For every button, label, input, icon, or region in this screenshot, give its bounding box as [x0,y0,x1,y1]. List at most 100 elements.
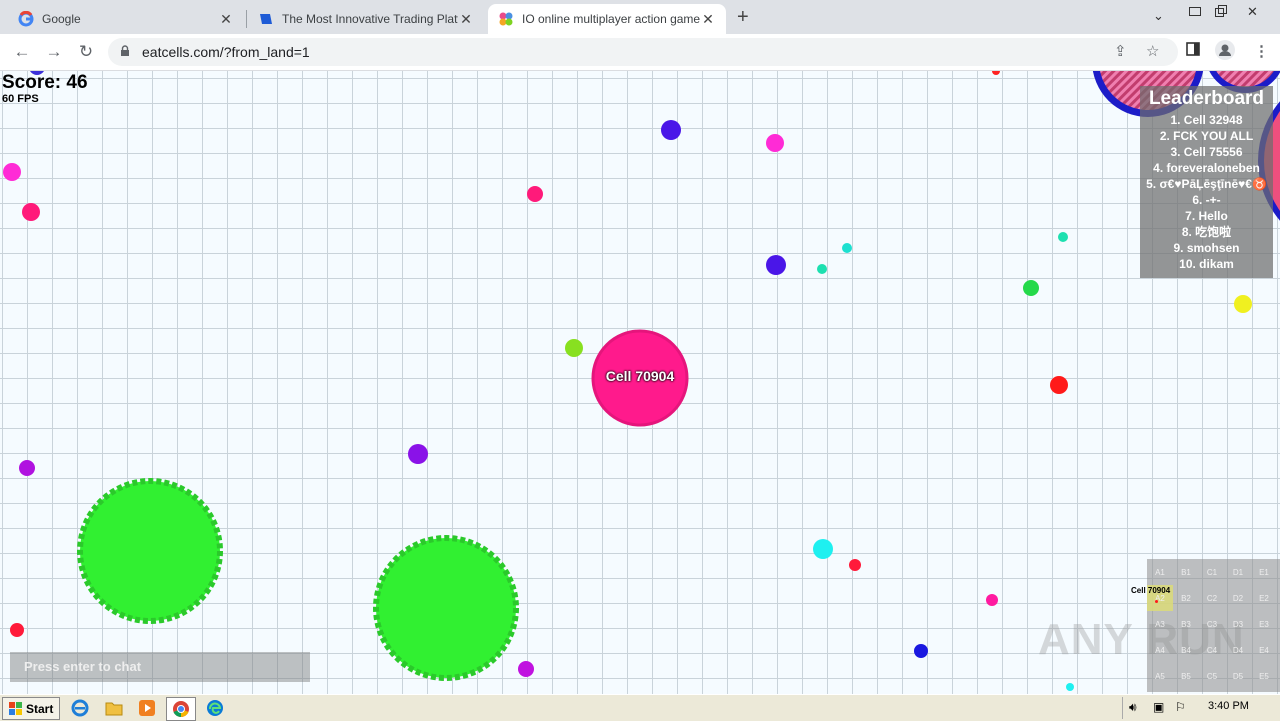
browser-toolbar: ← → ↻ eatcells.com/?from_land=1 ⇪ ☆ ⋮ [0,34,1280,71]
folder-icon[interactable] [104,698,124,718]
food-pellet [842,243,852,253]
food-pellet [849,559,861,571]
player-cell-name: Cell 70904 [605,368,675,384]
minimap-cell: C1 [1206,567,1218,577]
minimap-cell: B5 [1181,671,1191,681]
minimize-icon[interactable] [1188,4,1202,21]
tab-bar: Google ✕ The Most Innovative Trading Pla… [0,0,1280,34]
chrome-icon [172,700,190,718]
food-pellet [661,120,681,140]
game-canvas[interactable]: Cell 70904 Score: 46 60 FPS Leaderboard … [0,71,1280,694]
leaderboard-entry: 4. foreveraloneben [1153,161,1260,175]
tab-divider [246,10,247,28]
internet-explorer-icon[interactable] [70,698,90,718]
food-pellet [1234,295,1252,313]
clock: 3:40 PM [1208,700,1249,712]
food-pellet [1066,683,1074,691]
edge-icon[interactable] [205,698,225,718]
leaderboard-entry: 7. Hello [1185,209,1228,223]
tab-google[interactable]: Google ✕ [8,4,244,34]
leaderboard-entry: 10. dikam [1179,257,1234,271]
game-icon [498,11,514,27]
start-button[interactable]: Start [2,697,61,720]
new-tab-button[interactable]: + [737,6,749,29]
minimap-cell: B4 [1181,645,1191,655]
food-pellet [3,163,21,181]
minimap-cell: D4 [1232,645,1244,655]
minimap-cell: E3 [1259,619,1269,629]
tab-title: The Most Innovative Trading Platform [282,12,458,26]
bookmark-star-icon[interactable]: ☆ [1146,42,1159,60]
minimap-cell: C2 [1206,593,1218,603]
trading-icon [258,11,274,27]
food-pellet [565,339,583,357]
virus-cell [373,535,519,681]
profile-avatar-icon[interactable] [1215,40,1235,64]
food-pellet [1058,232,1068,242]
leaderboard-entry: 6. -+- [1192,193,1221,207]
media-player-icon[interactable] [137,698,157,718]
chat-input[interactable]: Press enter to chat [10,652,310,682]
forward-arrow-icon[interactable]: → [42,40,66,64]
minimap-player-dot [1155,600,1158,603]
lock-icon [120,44,134,60]
minimap-cell: E2 [1259,593,1269,603]
food-pellet [1023,280,1039,296]
minimap-player-label: Cell 70904 [1131,586,1171,595]
tab-title: Google [42,12,81,26]
menu-kebab-icon[interactable]: ⋮ [1254,42,1269,60]
chrome-taskbar-button[interactable] [166,697,196,721]
food-pellet [986,594,998,606]
restore-icon[interactable] [1214,4,1228,21]
leaderboard-entry: 3. Cell 75556 [1170,145,1243,159]
food-pellet [19,460,35,476]
food-pellet [1050,376,1068,394]
minimap-cell: E4 [1259,645,1269,655]
food-pellet [22,203,40,221]
network-icon[interactable]: ▣ [1153,700,1164,714]
side-panel-icon[interactable] [1186,42,1200,60]
reload-icon[interactable]: ↻ [74,40,98,64]
leaderboard-entry: 1. Cell 32948 [1170,113,1243,127]
food-pellet [813,539,833,559]
url-text: eatcells.com/?from_land=1 [142,44,310,60]
tab-title: IO online multiplayer action game. St [522,12,700,26]
tab-eatcells[interactable]: IO online multiplayer action game. St ✕ [488,4,726,34]
minimap-cell: A5 [1155,671,1165,681]
leaderboard-entry: 2. FCK YOU ALL [1159,129,1254,143]
taskbar: Start 🔊︎ ▣ ⚐ 3:40 PM [0,694,1280,721]
tab-trading[interactable]: The Most Innovative Trading Platform ✕ [248,4,484,34]
minimap-cell: B1 [1181,567,1191,577]
share-icon[interactable]: ⇪ [1114,42,1127,60]
food-pellet [766,255,786,275]
close-window-icon[interactable]: ✕ [1247,4,1258,20]
minimap-cell: E1 [1259,567,1269,577]
food-pellet [817,264,827,274]
address-bar[interactable]: eatcells.com/?from_land=1 [108,38,1178,66]
volume-icon[interactable]: 🔊︎ [1129,700,1137,715]
food-pellet [408,444,428,464]
system-tray: 🔊︎ ▣ ⚐ [1122,697,1280,719]
close-tab-icon[interactable]: ✕ [458,11,474,28]
back-arrow-icon[interactable]: ← [10,40,34,64]
minimap-cell: D3 [1232,619,1244,629]
food-pellet [518,661,534,677]
leaderboard-title: Leaderboard [1148,88,1265,109]
windows-logo-icon [9,701,23,716]
food-pellet [992,71,1000,75]
tab-search-chevron-icon[interactable]: ⌄ [1153,8,1164,24]
minimap-cell: E5 [1259,671,1269,681]
minimap-cell: B3 [1181,619,1191,629]
score-label: Score: 46 [2,72,88,93]
minimap-cell: C4 [1206,645,1218,655]
flag-icon[interactable]: ⚐ [1175,700,1186,714]
minimap-cell: A1 [1155,567,1165,577]
minimap: A1 B1 C1 D1 E1 A2 B2 C2 D2 E2 A3 B3 C3 D… [1147,559,1280,692]
close-tab-icon[interactable]: ✕ [700,11,716,28]
minimap-cell: D1 [1232,567,1244,577]
close-tab-icon[interactable]: ✕ [218,11,234,28]
minimap-cell: B2 [1181,593,1191,603]
minimap-cell: A3 [1155,619,1165,629]
minimap-cell: C5 [1206,671,1218,681]
minimap-cell: C3 [1206,619,1218,629]
